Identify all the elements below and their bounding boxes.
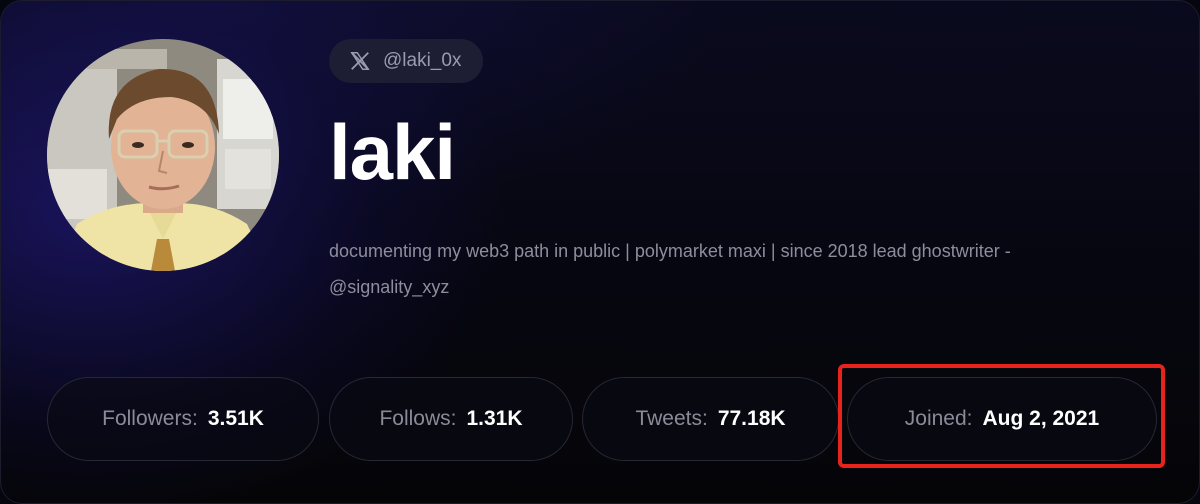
stat-followers-value: 3.51K <box>207 407 264 430</box>
stat-followers[interactable]: Followers: 3.51K <box>47 377 319 461</box>
stat-tweets-value: 77.18K <box>717 407 786 430</box>
stat-follows[interactable]: Follows: 1.31K <box>329 377 573 461</box>
avatar[interactable] <box>47 39 279 271</box>
stat-tweets[interactable]: Tweets: 77.18K <box>582 377 839 461</box>
stat-followers-label: Followers: <box>102 407 198 430</box>
x-logo-icon <box>349 50 371 72</box>
stat-follows-label: Follows: <box>379 407 457 430</box>
twitter-handle: @laki_0x <box>383 50 462 71</box>
twitter-handle-pill[interactable]: @laki_0x <box>329 39 484 83</box>
stat-tweets-label: Tweets: <box>635 407 708 430</box>
profile-bio: documenting my web3 path in public | pol… <box>329 241 1011 297</box>
highlight-box <box>838 364 1165 468</box>
profile-name: laki <box>329 108 456 196</box>
stat-follows-value: 1.31K <box>466 407 523 430</box>
profile-card: @laki_0x laki documenting my web3 path i… <box>0 0 1200 504</box>
avatar-photo <box>47 39 279 271</box>
